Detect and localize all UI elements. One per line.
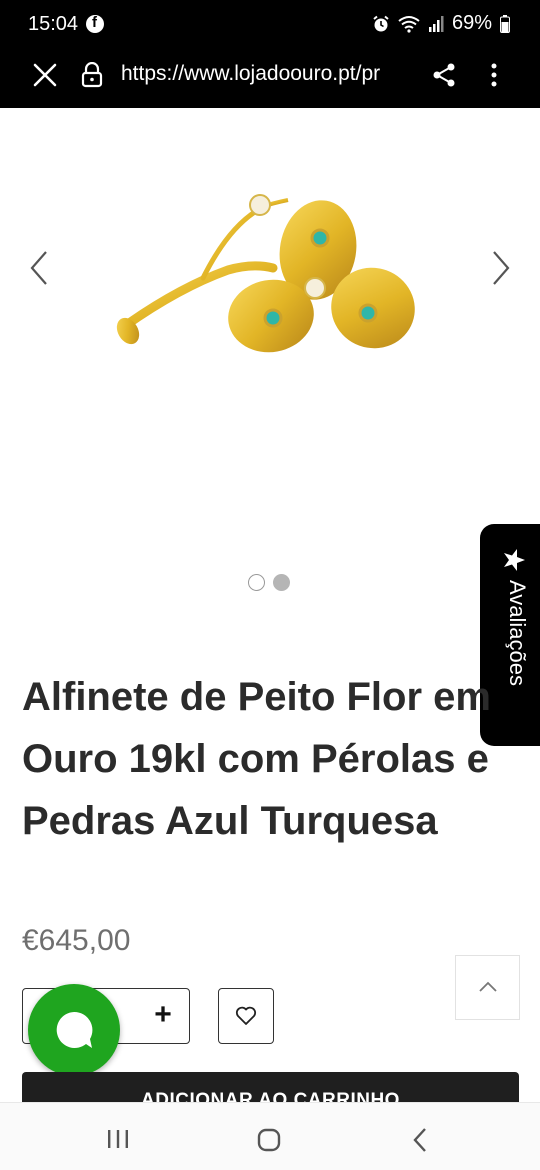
- lock-icon[interactable]: [80, 62, 104, 88]
- chat-icon: [56, 1011, 93, 1048]
- wifi-icon: [398, 15, 420, 33]
- status-bar: 15:04 f 69%: [0, 0, 540, 50]
- battery-icon: [500, 14, 510, 33]
- alarm-icon: [373, 15, 389, 31]
- gallery-dot-2[interactable]: [273, 574, 290, 591]
- signal-icon: [428, 15, 444, 32]
- facebook-notification-icon: f: [86, 14, 104, 33]
- status-icons: 69%: [372, 12, 510, 35]
- home-icon[interactable]: [257, 1128, 281, 1152]
- chat-widget-button[interactable]: [28, 984, 120, 1076]
- gallery-pagination: [248, 574, 290, 591]
- browser-toolbar: https://www.lojadoouro.pt/pr: [0, 50, 540, 108]
- star-icon: [504, 549, 525, 571]
- reviews-tab-label: Avaliações: [505, 580, 530, 686]
- product-price: €645,00: [22, 924, 131, 957]
- chevron-right-icon[interactable]: [488, 248, 514, 288]
- share-icon[interactable]: [432, 62, 456, 88]
- heart-icon: [235, 1006, 257, 1025]
- gallery-dot-1[interactable]: [248, 574, 265, 591]
- chevron-left-icon[interactable]: [26, 248, 52, 288]
- battery-percentage: 69%: [451, 12, 492, 34]
- close-icon[interactable]: [32, 62, 58, 88]
- wishlist-button[interactable]: [218, 988, 274, 1044]
- product-gallery: [0, 108, 540, 628]
- back-icon[interactable]: [412, 1127, 428, 1153]
- product-image[interactable]: [108, 188, 428, 378]
- recent-apps-icon[interactable]: [106, 1129, 130, 1149]
- chevron-up-icon: [479, 981, 497, 992]
- url-field[interactable]: https://www.lojadoouro.pt/pr: [121, 62, 411, 86]
- product-title: Alfinete de Peito Flor em Ouro 19kl com …: [22, 675, 491, 843]
- status-time: 15:04: [28, 13, 79, 35]
- back-to-top-button[interactable]: [455, 955, 520, 1020]
- quantity-increase-button[interactable]: +: [148, 997, 178, 1033]
- menu-icon[interactable]: [490, 62, 498, 88]
- system-navigation-bar: [0, 1102, 540, 1170]
